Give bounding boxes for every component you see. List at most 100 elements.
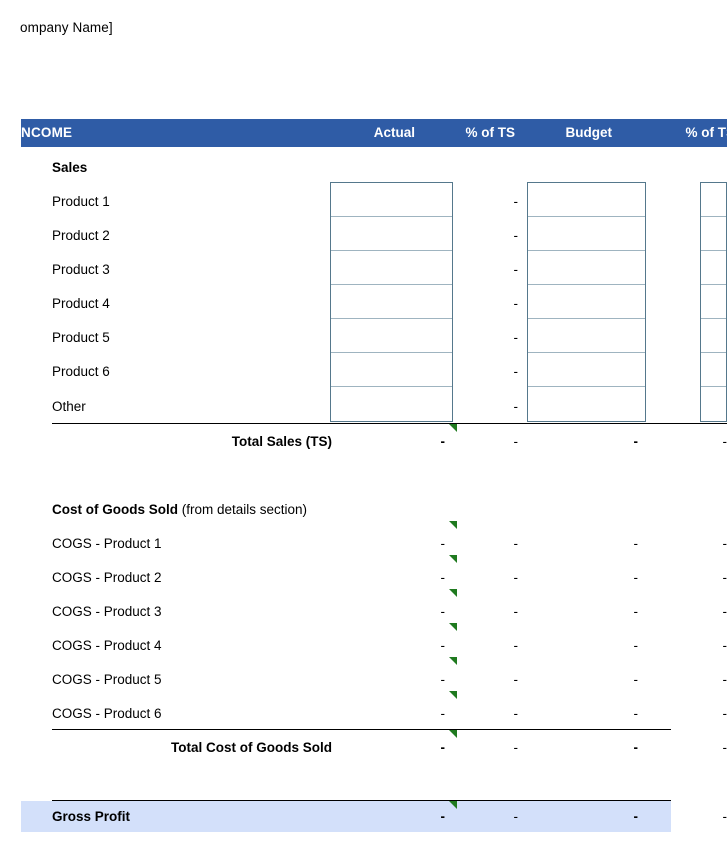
cogs-pct-actual-product-1: - bbox=[513, 536, 519, 551]
row-label-other: Other bbox=[52, 399, 86, 414]
cogs-pct-actual-product-4: - bbox=[513, 638, 519, 653]
row-label-product-1: Product 1 bbox=[52, 194, 110, 209]
sales-actual-entry-group[interactable] bbox=[330, 182, 453, 422]
sales-actual-input-product-4[interactable] bbox=[331, 285, 452, 319]
sales-pct-budget-cell-product-6[interactable] bbox=[701, 353, 726, 387]
cogs-section-heading: Cost of Goods Sold (from details section… bbox=[52, 502, 307, 517]
cogs-actual-product-3: - bbox=[440, 604, 446, 619]
sales-budget-input-other[interactable] bbox=[528, 387, 645, 421]
sales-budget-input-product-1[interactable] bbox=[528, 183, 645, 217]
sales-pct-budget-cell-product-1[interactable] bbox=[701, 183, 726, 217]
cogs-heading-note: (from details section) bbox=[178, 502, 308, 517]
row-label-product-2: Product 2 bbox=[52, 228, 110, 243]
comment-triangle-icon bbox=[449, 801, 457, 809]
cogs-pct-budget-product-1: - bbox=[722, 536, 727, 551]
sales-actual-input-product-3[interactable] bbox=[331, 251, 452, 285]
gross-profit-actual: - bbox=[440, 809, 446, 824]
company-name: ompany Name] bbox=[20, 20, 113, 35]
cogs-budget-product-4: - bbox=[633, 638, 639, 653]
cogs-pct-actual-product-3: - bbox=[513, 604, 519, 619]
cogs-heading-bold: Cost of Goods Sold bbox=[52, 502, 178, 517]
cogs-actual-product-5: - bbox=[440, 672, 446, 687]
cogs-pct-actual-product-5: - bbox=[513, 672, 519, 687]
sales-actual-input-product-6[interactable] bbox=[331, 353, 452, 387]
comment-triangle-icon bbox=[449, 691, 457, 699]
column-header-pct-of-ts-budget: % of TS bbox=[685, 125, 727, 140]
row-label-cogs-product-5: COGS - Product 5 bbox=[52, 672, 162, 687]
section-title-income: NCOME bbox=[21, 125, 73, 140]
total-sales-label: Total Sales (TS) bbox=[231, 434, 332, 449]
cogs-pct-budget-product-6: - bbox=[722, 706, 727, 721]
column-header-actual: Actual bbox=[373, 125, 415, 140]
cogs-actual-product-1: - bbox=[440, 536, 446, 551]
sales-pct-budget-cell-other[interactable] bbox=[701, 387, 726, 421]
gross-profit-label: Gross Profit bbox=[52, 809, 131, 824]
cogs-actual-product-4: - bbox=[440, 638, 446, 653]
sales-actual-input-product-2[interactable] bbox=[331, 217, 452, 251]
gross-profit-budget: - bbox=[633, 809, 639, 824]
column-header-pct-of-ts-actual: % of TS bbox=[465, 125, 516, 140]
sales-pct-actual-product-6: - bbox=[513, 364, 519, 379]
gross-profit-pct-budget: - bbox=[722, 809, 727, 824]
sales-budget-input-product-2[interactable] bbox=[528, 217, 645, 251]
total-sales-budget: - bbox=[633, 434, 639, 449]
sales-pct-actual-product-1: - bbox=[513, 194, 519, 209]
total-cogs-pct-budget: - bbox=[722, 740, 727, 755]
cogs-budget-product-6: - bbox=[633, 706, 639, 721]
cogs-budget-product-3: - bbox=[633, 604, 639, 619]
cogs-pct-budget-product-5: - bbox=[722, 672, 727, 687]
sales-pct-budget-entry-group[interactable] bbox=[700, 182, 727, 422]
sales-actual-input-other[interactable] bbox=[331, 387, 452, 421]
comment-triangle-icon bbox=[449, 424, 457, 432]
sales-pct-actual-product-5: - bbox=[513, 330, 519, 345]
comment-triangle-icon bbox=[449, 657, 457, 665]
sales-pct-budget-cell-product-5[interactable] bbox=[701, 319, 726, 353]
total-sales-actual: - bbox=[440, 434, 446, 449]
sales-pct-budget-cell-product-3[interactable] bbox=[701, 251, 726, 285]
income-header-band: NCOME Actual % of TS Budget % of TS bbox=[21, 119, 727, 147]
sales-budget-input-product-6[interactable] bbox=[528, 353, 645, 387]
gross-profit-pct-actual: - bbox=[513, 809, 519, 824]
total-cogs-budget: - bbox=[633, 740, 639, 755]
sales-pct-budget-cell-product-4[interactable] bbox=[701, 285, 726, 319]
cogs-actual-product-6: - bbox=[440, 706, 446, 721]
sales-pct-actual-product-3: - bbox=[513, 262, 519, 277]
total-sales-top-rule bbox=[52, 423, 727, 424]
row-label-product-3: Product 3 bbox=[52, 262, 110, 277]
cogs-pct-budget-product-4: - bbox=[722, 638, 727, 653]
row-label-cogs-product-3: COGS - Product 3 bbox=[52, 604, 162, 619]
sales-budget-input-product-5[interactable] bbox=[528, 319, 645, 353]
total-cogs-actual: - bbox=[440, 740, 446, 755]
total-sales-pct-budget: - bbox=[722, 434, 727, 449]
row-label-product-4: Product 4 bbox=[52, 296, 110, 311]
sales-actual-input-product-1[interactable] bbox=[331, 183, 452, 217]
row-label-cogs-product-6: COGS - Product 6 bbox=[52, 706, 162, 721]
cogs-budget-product-5: - bbox=[633, 672, 639, 687]
row-label-cogs-product-4: COGS - Product 4 bbox=[52, 638, 162, 653]
row-label-product-5: Product 5 bbox=[52, 330, 110, 345]
cogs-pct-budget-product-2: - bbox=[722, 570, 727, 585]
cogs-pct-actual-product-6: - bbox=[513, 706, 519, 721]
cogs-actual-product-2: - bbox=[440, 570, 446, 585]
comment-triangle-icon bbox=[449, 589, 457, 597]
sales-actual-input-product-5[interactable] bbox=[331, 319, 452, 353]
sales-budget-input-product-4[interactable] bbox=[528, 285, 645, 319]
row-label-product-6: Product 6 bbox=[52, 364, 110, 379]
total-cogs-label: Total Cost of Goods Sold bbox=[171, 740, 332, 755]
sales-budget-input-product-3[interactable] bbox=[528, 251, 645, 285]
row-label-cogs-product-2: COGS - Product 2 bbox=[52, 570, 162, 585]
sales-budget-entry-group[interactable] bbox=[527, 182, 646, 422]
comment-triangle-icon bbox=[449, 555, 457, 563]
sales-section-heading: Sales bbox=[52, 160, 88, 175]
column-header-budget: Budget bbox=[565, 125, 613, 140]
sales-pct-actual-product-4: - bbox=[513, 296, 519, 311]
cogs-budget-product-1: - bbox=[633, 536, 639, 551]
sales-pct-budget-cell-product-2[interactable] bbox=[701, 217, 726, 251]
cogs-pct-budget-product-3: - bbox=[722, 604, 727, 619]
total-sales-pct-actual: - bbox=[513, 434, 519, 449]
comment-triangle-icon bbox=[449, 730, 457, 738]
sales-pct-actual-other: - bbox=[513, 399, 519, 414]
total-cogs-top-rule bbox=[52, 729, 671, 730]
comment-triangle-icon bbox=[449, 521, 457, 529]
comment-triangle-icon bbox=[449, 623, 457, 631]
